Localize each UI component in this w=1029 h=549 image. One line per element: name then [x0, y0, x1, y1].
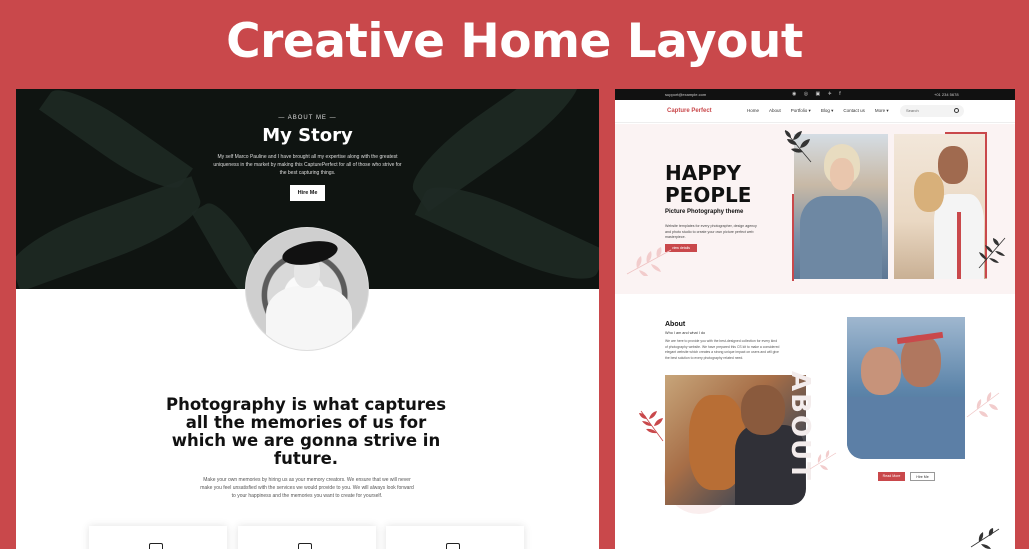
quote-subtext: Make your own memories by hiring us as y… — [200, 477, 414, 499]
about-photo-couple-2 — [847, 317, 965, 459]
left-preview: — ABOUT ME — My Story My self Marco Paul… — [16, 89, 599, 549]
kicker: — ABOUT ME — — [278, 115, 337, 121]
camera-icon — [298, 543, 312, 549]
nav-item-about[interactable]: About — [769, 108, 781, 114]
read-more-button[interactable]: Read More — [878, 472, 905, 481]
hero-title-line2: PEOPLE — [665, 183, 752, 207]
nav-item-portfolio[interactable]: Portfolio ▾ — [791, 108, 811, 114]
leaf-branch-icon — [809, 450, 837, 470]
hero-description: Website templates for every photographer… — [665, 224, 757, 239]
leaf-branch-icon — [966, 392, 1000, 418]
hire-me-button[interactable]: Hire Me — [910, 472, 935, 481]
page-title: My Story — [262, 125, 353, 146]
navbar: Capture Perfect Home About Portfolio ▾ B… — [615, 100, 1015, 123]
leaf-branch-icon — [639, 410, 664, 442]
hero-subtitle: Picture Photography theme — [665, 209, 744, 215]
nav-menu: Home About Portfolio ▾ Blog ▾ Contact us… — [747, 108, 889, 114]
nav-item-contact[interactable]: Contact us — [843, 108, 865, 114]
about-title: About — [665, 321, 686, 328]
accent-bar — [945, 132, 987, 134]
hire-me-button[interactable]: Hire Me — [289, 185, 326, 201]
top-bar: support@example.com ◉ ◎ ▣ ✈ f +01 234 56… — [615, 89, 1015, 100]
service-card[interactable] — [89, 526, 227, 549]
service-card[interactable] — [238, 526, 376, 549]
brand-logo[interactable]: Capture Perfect — [667, 108, 712, 114]
search-icon[interactable] — [954, 108, 959, 113]
camera-icon — [149, 543, 163, 549]
service-card[interactable] — [386, 526, 524, 549]
about-subtitle: Who I am and what I do — [665, 331, 706, 335]
right-preview: support@example.com ◉ ◎ ▣ ✈ f +01 234 56… — [615, 89, 1015, 549]
portrait-image — [245, 227, 369, 351]
leaf-branch-icon — [784, 130, 812, 163]
hero-section: HAPPY PEOPLE Picture Photography theme W… — [615, 124, 1015, 294]
hero-photo-couple — [894, 134, 987, 279]
leaf-branch-icon — [978, 237, 1006, 269]
hero-title: HAPPY PEOPLE — [665, 162, 751, 206]
nav-item-more[interactable]: More ▾ — [875, 108, 889, 114]
banner-title: Creative Home Layout — [226, 14, 803, 69]
nav-item-home[interactable]: Home — [747, 108, 759, 114]
search-placeholder: Search — [906, 108, 919, 113]
email-link[interactable]: support@example.com — [665, 92, 706, 97]
quote-heading: Photography is what captures all the mem… — [165, 395, 447, 468]
nav-item-blog[interactable]: Blog ▾ — [821, 108, 834, 114]
hero-title-line1: HAPPY — [665, 161, 742, 185]
camera-icon — [446, 543, 460, 549]
phone-link[interactable]: +01 234 5678 — [934, 92, 959, 97]
social-icons[interactable]: ◉ ◎ ▣ ✈ f — [792, 91, 844, 97]
leaf-branch-icon — [626, 247, 672, 276]
leaf-branch-icon — [970, 528, 1000, 549]
about-description: We are here to provide you with the best… — [665, 339, 780, 360]
hero-text: My self Marco Pauline and I have brought… — [213, 154, 402, 176]
search-input[interactable]: Search — [900, 105, 964, 117]
